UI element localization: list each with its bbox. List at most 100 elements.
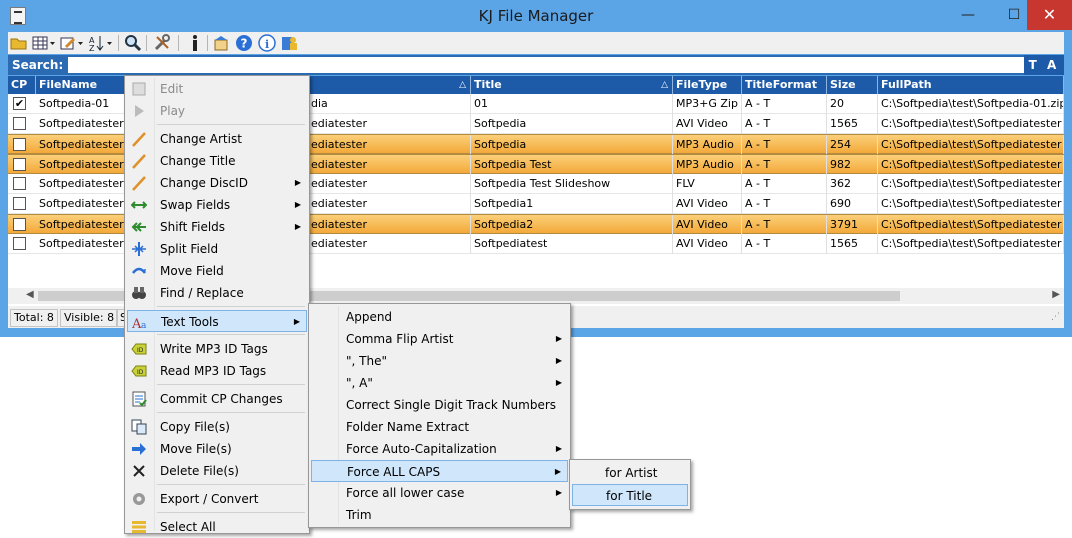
pencil-icon <box>132 176 146 191</box>
cp-checkbox[interactable] <box>13 117 26 130</box>
menu-item-label: Export / Convert <box>160 492 259 506</box>
text-tools-item-force-all-lower-case[interactable]: Force all lower case ▶ <box>311 482 568 504</box>
cell-size: 690 <box>827 194 878 214</box>
cell-artist: ediatester <box>308 174 471 194</box>
menu-item-swap-fields[interactable]: Swap Fields ▶ <box>127 194 307 216</box>
menu-item-select-all[interactable]: Select All <box>127 516 307 538</box>
open-folder-icon[interactable] <box>10 34 28 52</box>
users-icon[interactable] <box>281 34 299 52</box>
menu-item-label: ", The" <box>346 354 387 368</box>
column-header-cp[interactable]: CP <box>8 76 36 94</box>
minimize-button[interactable]: — <box>945 0 991 30</box>
cell-filename: Softpedia-01 <box>36 94 136 114</box>
menu-item-shift-fields[interactable]: Shift Fields ▶ <box>127 216 307 238</box>
menu-item-change-artist[interactable]: Change Artist <box>127 128 307 150</box>
menu-item-read-mp3-id-tags[interactable]: ID Read MP3 ID Tags <box>127 360 307 382</box>
menu-item-label: Edit <box>160 82 184 96</box>
title-bar[interactable]: KJ File Manager — ☐ ✕ <box>0 0 1072 32</box>
cell-type: AVI Video <box>673 215 742 235</box>
search-icon[interactable] <box>124 34 142 52</box>
text-tools-item-append[interactable]: Append <box>311 306 568 328</box>
cp-checkbox[interactable] <box>13 218 26 231</box>
menu-item-label: Write MP3 ID Tags <box>160 342 268 356</box>
menu-item-label: Trim <box>346 508 372 522</box>
svg-text:a: a <box>141 321 147 330</box>
menu-item-label: Play <box>160 104 186 118</box>
submenu-arrow-icon: ▶ <box>555 378 562 387</box>
column-header-size[interactable]: Size <box>827 76 878 94</box>
menu-item-text-tools[interactable]: Aa Text Tools ▶ <box>127 310 307 332</box>
cell-filename: Softpediatester - <box>36 234 136 254</box>
properties-icon[interactable] <box>213 34 231 52</box>
cell-format: A - T <box>742 194 827 214</box>
cp-checkbox[interactable]: ✔ <box>13 97 26 110</box>
menu-item-label: Commit CP Changes <box>160 392 283 406</box>
menu-separator <box>157 124 305 125</box>
menu-item-find-replace[interactable]: Find / Replace <box>127 282 307 304</box>
cp-checkbox[interactable] <box>13 197 26 210</box>
edit-tool-icon[interactable] <box>60 34 84 52</box>
close-button[interactable]: ✕ <box>1027 0 1072 30</box>
cell-title: Softpedia Test <box>471 155 673 175</box>
resize-grip-icon[interactable]: ⋰ <box>1051 312 1060 322</box>
cell-size: 3791 <box>827 215 878 235</box>
menu-item-write-mp3-id-tags[interactable]: ID Write MP3 ID Tags <box>127 338 307 360</box>
pencil-icon <box>132 132 146 147</box>
cp-checkbox[interactable] <box>13 158 26 171</box>
search-input[interactable] <box>68 57 1032 73</box>
menu-item-label: for Artist <box>605 466 658 480</box>
cp-checkbox[interactable] <box>13 237 26 250</box>
text-tools-item-correct-single-digit-track-numbers[interactable]: Correct Single Digit Track Numbers <box>311 394 568 416</box>
column-header-filetype[interactable]: FileType <box>673 76 742 94</box>
cell-format: A - T <box>742 215 827 235</box>
cell-size: 254 <box>827 135 878 155</box>
columns-icon[interactable] <box>32 34 56 52</box>
cell-type: MP3 Audio <box>673 135 742 155</box>
text-tools-item-force-auto-capitalization[interactable]: Force Auto-Capitalization ▶ <box>311 438 568 460</box>
cell-title: Softpedia Test Slideshow <box>471 174 673 194</box>
cp-checkbox[interactable] <box>13 177 26 190</box>
tad-toggle[interactable]: T A D <box>1024 55 1064 92</box>
cell-artist: ediatester <box>308 155 471 175</box>
help-icon[interactable]: ? <box>235 34 253 52</box>
text-tools-item-the[interactable]: ", The" ▶ <box>311 350 568 372</box>
column-header-titleformat[interactable]: TitleFormat <box>742 76 827 94</box>
menu-item-change-discid[interactable]: Change DiscID ▶ <box>127 172 307 194</box>
cell-artist: ediatester <box>308 234 471 254</box>
caps-item-for-artist[interactable]: for Artist <box>572 462 688 484</box>
scroll-right-icon[interactable]: ▶ <box>1052 289 1060 300</box>
text-tools-item-force-all-caps[interactable]: Force ALL CAPS ▶ <box>311 460 568 482</box>
tools-icon[interactable] <box>153 34 171 52</box>
text-tools-item-a[interactable]: ", A" ▶ <box>311 372 568 394</box>
menu-item-change-title[interactable]: Change Title <box>127 150 307 172</box>
info-marker-icon[interactable] <box>186 34 204 52</box>
caps-item-for-title[interactable]: for Title <box>572 484 688 506</box>
scroll-left-icon[interactable]: ◀ <box>26 289 34 300</box>
menu-item-edit[interactable]: Edit <box>127 78 307 100</box>
cp-checkbox[interactable] <box>13 138 26 151</box>
menu-item-label: Split Field <box>160 242 219 256</box>
menu-item-play[interactable]: Play <box>127 100 307 122</box>
column-header-fullpath[interactable]: FullPath <box>878 76 1064 94</box>
menu-item-move-field[interactable]: Move Field <box>127 260 307 282</box>
menu-item-split-field[interactable]: Split Field <box>127 238 307 260</box>
text-tools-item-trim[interactable]: Trim <box>311 504 568 526</box>
menu-item-export-convert[interactable]: Export / Convert <box>127 488 307 510</box>
sort-icon[interactable]: AZ <box>88 34 114 52</box>
submenu-arrow-icon: ▶ <box>555 356 562 365</box>
text-tools-item-folder-name-extract[interactable]: Folder Name Extract <box>311 416 568 438</box>
play-icon <box>135 105 144 117</box>
text-tools-item-comma-flip-artist[interactable]: Comma Flip Artist ▶ <box>311 328 568 350</box>
binoculars-icon <box>132 287 146 299</box>
menu-item-label: Folder Name Extract <box>346 420 470 434</box>
about-icon[interactable]: i <box>258 34 276 52</box>
column-header-title[interactable]: Title △ <box>471 76 673 94</box>
menu-item-move-file-s[interactable]: Move File(s) <box>127 438 307 460</box>
toolbar-separator <box>118 35 119 51</box>
submenu-arrow-icon: ▶ <box>294 200 301 209</box>
menu-item-delete-file-s[interactable]: Delete File(s) <box>127 460 307 482</box>
menu-item-label: Change Title <box>160 154 236 168</box>
menu-item-commit-cp-changes[interactable]: Commit CP Changes <box>127 388 307 410</box>
menu-item-copy-file-s[interactable]: Copy File(s) <box>127 416 307 438</box>
force-all-caps-submenu: for Artist for Title <box>569 459 691 510</box>
